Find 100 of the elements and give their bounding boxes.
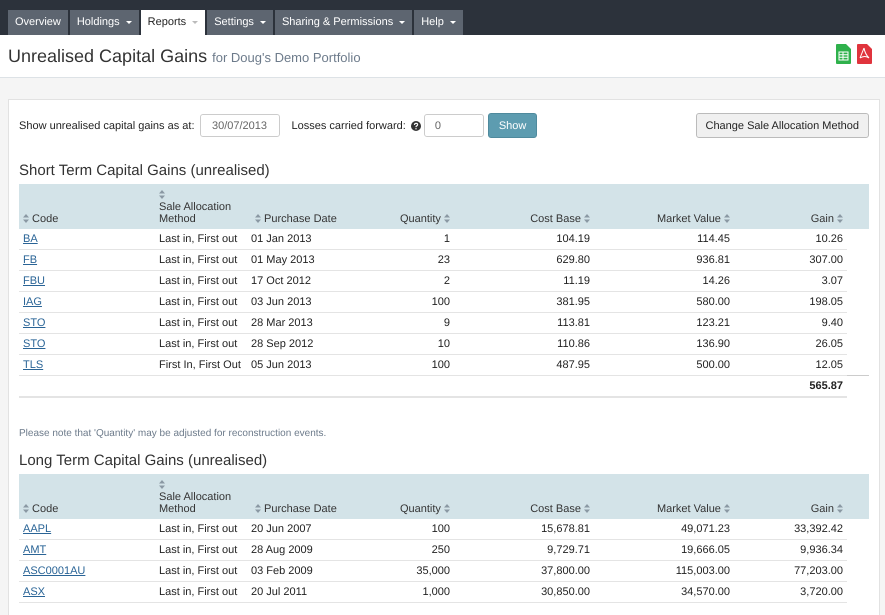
table-cell: 3.07 <box>734 270 847 292</box>
nav-tab[interactable]: Holdings <box>70 10 139 35</box>
sort-icon <box>584 504 590 513</box>
table-cell: 19,666.05 <box>594 540 734 560</box>
code-link[interactable]: FB <box>23 254 38 266</box>
column-header[interactable]: Cost Base <box>454 474 594 519</box>
table-cell: 10.26 <box>734 229 847 250</box>
table-cell: 35,000 <box>364 560 454 582</box>
sort-icon <box>159 480 165 489</box>
table-cell: 28 Aug 2009 <box>251 540 364 560</box>
sort-icon <box>837 504 843 513</box>
sort-icon <box>724 214 730 223</box>
table-cell: 3,720.00 <box>734 582 847 602</box>
date-field[interactable]: 30/07/2013 <box>200 114 280 137</box>
sort-icon <box>724 504 730 513</box>
table-cell: 34,570.00 <box>594 582 734 602</box>
code-link[interactable]: AMT <box>23 544 46 556</box>
column-header[interactable]: Market Value <box>594 474 734 519</box>
table-cell: 113.81 <box>454 312 594 334</box>
table-cell: Last in, First out <box>155 560 251 582</box>
losses-field[interactable]: 0 <box>424 114 484 137</box>
code-link[interactable]: FBU <box>23 275 45 287</box>
table-cell: 11.19 <box>454 270 594 292</box>
sort-icon <box>837 214 843 223</box>
nav-tab[interactable]: Settings <box>207 10 273 35</box>
nav-tab[interactable]: Overview <box>8 10 68 35</box>
table-cell: 01 Jan 2013 <box>251 229 364 250</box>
column-header[interactable]: Market Value <box>594 184 734 229</box>
table-cell: 9.40 <box>734 312 847 334</box>
table-cell: 115,003.00 <box>594 560 734 582</box>
table-cell: 100 <box>364 292 454 312</box>
table-cell: 9,729.71 <box>454 540 594 560</box>
table-cell: 100 <box>364 519 454 540</box>
portfolio-name: for Doug's Demo Portfolio <box>212 50 361 64</box>
pdf-icon[interactable] <box>857 44 872 64</box>
table-cell: 104.19 <box>454 229 594 250</box>
column-header[interactable]: Gain <box>734 474 847 519</box>
column-header[interactable]: Quantity <box>364 184 454 229</box>
table-cell: 03 Feb 2009 <box>251 560 364 582</box>
nav-tab[interactable]: Sharing & Permissions <box>274 10 412 35</box>
table-cell: 110.86 <box>454 334 594 354</box>
code-link[interactable]: STO <box>23 338 46 350</box>
table-cell: Last in, First out <box>155 540 251 560</box>
sort-icon <box>255 504 261 513</box>
column-header[interactable]: Cost Base <box>454 184 594 229</box>
table-cell: 114.45 <box>594 229 734 250</box>
total-cell: 565.87 <box>734 376 847 397</box>
table-cell: Last in, First out <box>155 334 251 354</box>
table-cell: 26.05 <box>734 334 847 354</box>
code-link[interactable]: AAPL <box>23 523 52 535</box>
losses-label: Losses carried forward: <box>292 120 406 132</box>
table-cell: 05 Jun 2013 <box>251 354 364 376</box>
nav-tab[interactable]: Reports <box>140 10 206 35</box>
section-title: Short Term Capital Gains (unrealised) <box>19 162 271 179</box>
table-cell: 2 <box>364 270 454 292</box>
table-cell: Last in, First out <box>155 292 251 312</box>
table-cell: 9 <box>364 312 454 334</box>
table-cell: Last in, First out <box>155 229 251 250</box>
sort-icon <box>23 214 29 223</box>
change-method-button[interactable]: Change Sale Allocation Method <box>696 113 869 138</box>
column-header[interactable]: Purchase Date <box>251 474 364 519</box>
code-link[interactable]: ASC0001AU <box>23 565 86 577</box>
table-cell: Last in, First out <box>155 582 251 602</box>
table-cell: Last in, First out <box>155 270 251 292</box>
nav-tab[interactable]: Help <box>414 10 463 35</box>
date-label: Show unrealised capital gains as at: <box>19 120 194 132</box>
code-link[interactable]: TLS <box>23 359 44 371</box>
table-cell: 03 Jun 2013 <box>251 292 364 312</box>
column-header[interactable]: Quantity <box>364 474 454 519</box>
table-cell: Last in, First out <box>155 250 251 270</box>
table-cell: 123.21 <box>594 312 734 334</box>
table-cell: 28 Mar 2013 <box>251 312 364 334</box>
column-header[interactable]: Sale Allocation Method <box>155 474 251 519</box>
code-link[interactable]: ASX <box>23 586 46 598</box>
code-link[interactable]: BA <box>23 233 38 245</box>
sort-icon <box>159 190 165 199</box>
table-cell: 198.05 <box>734 292 847 312</box>
column-header[interactable]: Gain <box>734 184 847 229</box>
table-cell: 15,678.81 <box>454 519 594 540</box>
page-title: Unrealised Capital Gains <box>8 46 208 66</box>
sort-icon <box>444 214 450 223</box>
table-cell: 49,071.23 <box>594 519 734 540</box>
table-cell: 1,000 <box>364 582 454 602</box>
sort-icon <box>255 214 261 223</box>
code-link[interactable]: IAG <box>23 296 42 308</box>
column-header[interactable]: Purchase Date <box>251 184 364 229</box>
spreadsheet-icon[interactable] <box>836 44 851 64</box>
sort-icon <box>444 504 450 513</box>
table-cell: 1 <box>364 229 454 250</box>
column-header[interactable]: Code <box>19 474 155 519</box>
table-cell: 500.00 <box>594 354 734 376</box>
code-link[interactable]: STO <box>23 317 46 329</box>
table-cell: 23 <box>364 250 454 270</box>
column-header[interactable]: Code <box>19 184 155 229</box>
table-cell: 629.80 <box>454 250 594 270</box>
column-header[interactable]: Sale Allocation Method <box>155 184 251 229</box>
help-icon <box>410 120 421 130</box>
section-title: Long Term Capital Gains (unrealised) <box>19 452 268 469</box>
table-cell: 100 <box>364 354 454 376</box>
table-cell: 17 Oct 2012 <box>251 270 364 292</box>
